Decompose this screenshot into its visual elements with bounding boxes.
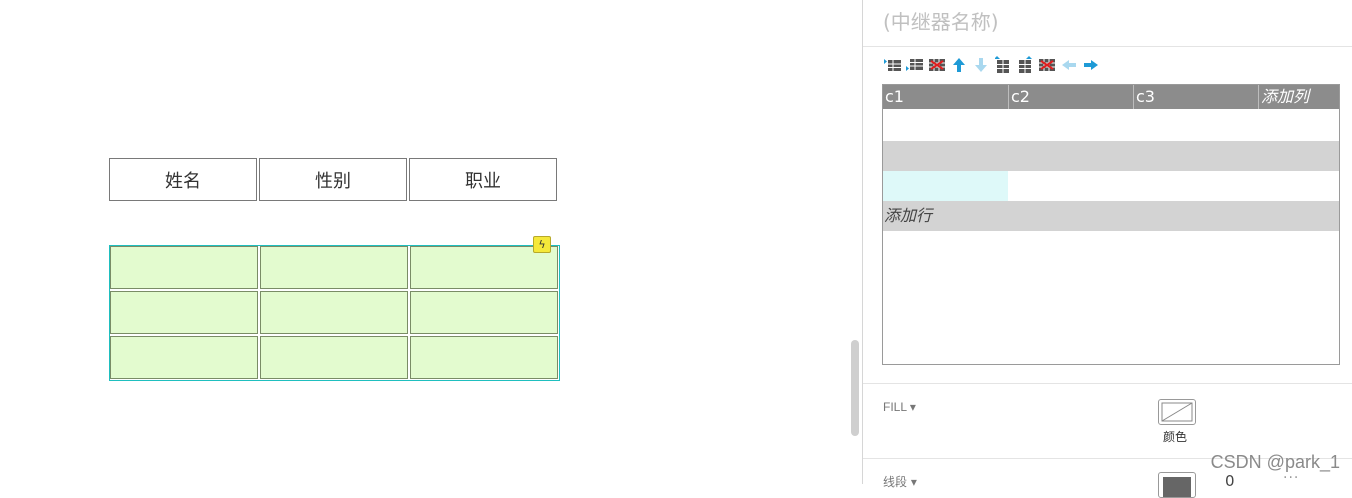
header-cell-occupation[interactable]: 职业 [409,158,557,201]
repeater-name-field[interactable]: (中继器名称) [883,6,999,35]
delete-row-icon[interactable] [927,55,947,75]
move-down-icon[interactable] [971,55,991,75]
stroke-color-fill [1163,477,1191,497]
chevron-down-icon: ▾ [910,475,917,489]
grid-data-row[interactable] [883,110,1339,140]
divider [863,383,1352,384]
grid-header-row: c1 c2 c3 添加列 [883,85,1339,109]
stroke-color-picker[interactable] [1158,472,1196,498]
header-cell-label: 性别 [315,170,351,192]
grid-column-header[interactable]: c2 [1008,85,1133,109]
stroke-section-toggle[interactable]: 线段 ▾ [883,473,917,490]
move-right-icon[interactable] [1081,55,1101,75]
grid-data-row[interactable] [883,171,1339,201]
stroke-label: 线段 [883,475,908,489]
add-row-row[interactable]: 添加行 [883,201,1339,231]
design-canvas[interactable]: 姓名 性别 职业 ϟ [0,0,862,484]
repeater-dataset-grid[interactable]: c1 c2 c3 添加列 添加行 [882,84,1340,365]
fill-color-caption: 颜色 [1163,430,1188,444]
move-up-icon[interactable] [949,55,969,75]
interaction-lightning-icon[interactable]: ϟ [533,236,551,253]
repeater-cell[interactable] [110,291,258,334]
insert-row-below-icon[interactable] [905,55,925,75]
chevron-down-icon: ▾ [909,400,916,414]
header-cell-label: 职业 [465,170,501,192]
fill-label: FILL [883,400,907,414]
insert-column-left-icon[interactable] [993,55,1013,75]
add-row-button[interactable]: 添加行 [884,202,932,230]
move-left-icon[interactable] [1059,55,1079,75]
grid-data-row[interactable] [883,141,1339,171]
repeater-cell[interactable] [110,246,258,289]
insert-column-right-icon[interactable] [1015,55,1035,75]
repeater-cell[interactable] [260,336,408,379]
inspector-panel: (中继器名称) c1 c2 c3 添加列 添加行 FILL ▾ 颜色 线段 ▾ … [862,0,1352,498]
repeater-cell[interactable] [260,246,408,289]
fill-section-toggle[interactable]: FILL ▾ [883,400,916,414]
grid-column-header[interactable]: c1 [883,85,1008,109]
header-cell-label: 姓名 [165,170,201,192]
add-column-button[interactable]: 添加列 [1258,85,1339,109]
repeater-cell[interactable] [410,336,558,379]
watermark: CSDN @park_1 [1210,452,1340,472]
stroke-width-input[interactable]: 0 [1225,472,1235,490]
grid-column-header[interactable]: c3 [1133,85,1258,109]
no-fill-swatch-icon [1161,402,1193,422]
divider [863,46,1352,47]
delete-column-icon[interactable] [1037,55,1057,75]
repeater-cell[interactable] [410,291,558,334]
canvas-vertical-scrollbar[interactable] [851,340,859,436]
fill-color-picker[interactable] [1158,399,1196,425]
repeater-cell[interactable] [260,291,408,334]
insert-row-above-icon[interactable] [883,55,903,75]
header-cell-name[interactable]: 姓名 [109,158,257,201]
grid-selected-cell[interactable] [883,171,1008,201]
header-cell-gender[interactable]: 性别 [259,158,407,201]
repeater-cell[interactable] [110,336,258,379]
